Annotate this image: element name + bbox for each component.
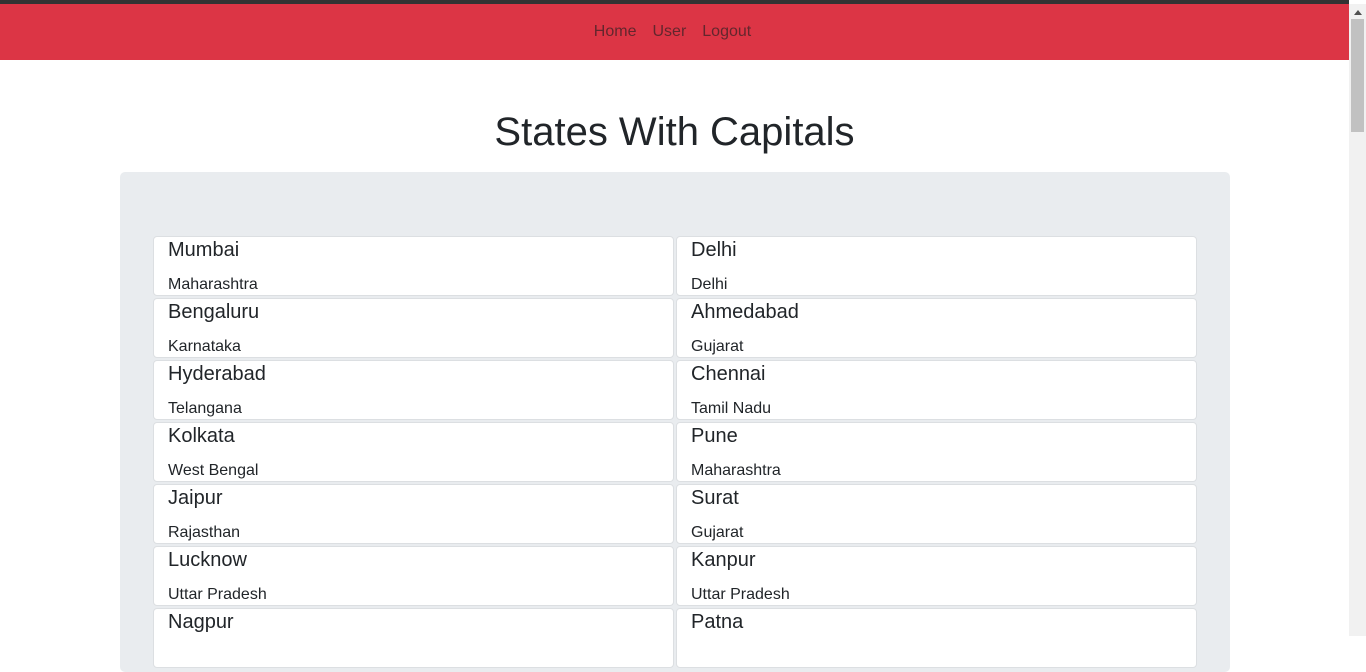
capital-card: Chennai Tamil Nadu: [676, 360, 1197, 420]
city-name: Lucknow: [168, 549, 247, 571]
capital-card: Mumbai Maharashtra: [153, 236, 674, 296]
city-name: Patna: [691, 611, 744, 633]
state-name: Uttar Pradesh: [691, 586, 790, 603]
capital-card: Jaipur Rajasthan: [153, 484, 674, 544]
capital-card: Bengaluru Karnataka: [153, 298, 674, 358]
city-name: Delhi: [691, 239, 737, 261]
city-name: Mumbai: [168, 239, 240, 261]
capital-card: Kanpur Uttar Pradesh: [676, 546, 1197, 606]
page-title: States With Capitals: [494, 110, 855, 154]
city-name: Nagpur: [168, 611, 234, 633]
city-name: Kolkata: [168, 425, 235, 447]
capital-card: Pune Maharashtra: [676, 422, 1197, 482]
state-name: Delhi: [691, 276, 728, 293]
state-name: Uttar Pradesh: [168, 586, 267, 603]
city-name: Chennai: [691, 363, 766, 385]
state-name: Gujarat: [691, 338, 744, 355]
nav-link-user[interactable]: User: [652, 4, 686, 60]
city-name: Surat: [691, 487, 739, 509]
page-scrollbar[interactable]: [1349, 4, 1366, 636]
state-name: Maharashtra: [691, 462, 781, 479]
nav-link-logout[interactable]: Logout: [702, 4, 751, 60]
scrollbar-thumb[interactable]: [1351, 19, 1364, 132]
capital-card: Kolkata West Bengal: [153, 422, 674, 482]
state-name: Maharashtra: [168, 276, 258, 293]
state-name: Rajasthan: [168, 524, 241, 541]
capital-card: Surat Gujarat: [676, 484, 1197, 544]
state-name: Telangana: [168, 400, 242, 417]
city-name: Pune: [691, 425, 738, 447]
state-name: Tamil Nadu: [691, 400, 772, 417]
city-name: Hyderabad: [168, 363, 266, 385]
capital-card: Delhi Delhi: [676, 236, 1197, 296]
nav-link-home[interactable]: Home: [594, 4, 637, 60]
city-name: Kanpur: [691, 549, 756, 571]
capital-card: Hyderabad Telangana: [153, 360, 674, 420]
city-name: Bengaluru: [168, 301, 260, 323]
capital-card: Nagpur: [153, 608, 674, 668]
city-name: Ahmedabad: [691, 301, 799, 323]
city-name: Jaipur: [168, 487, 223, 509]
capitals-panel: Mumbai Maharashtra Delhi Delhi Bengaluru…: [120, 172, 1230, 672]
capital-card: Patna: [676, 608, 1197, 668]
top-navbar: Home User Logout: [0, 4, 1349, 60]
capitals-grid: Mumbai Maharashtra Delhi Delhi Bengaluru…: [152, 236, 1198, 670]
capital-card: Ahmedabad Gujarat: [676, 298, 1197, 358]
capital-card: Lucknow Uttar Pradesh: [153, 546, 674, 606]
state-name: Karnataka: [168, 338, 241, 355]
state-name: West Bengal: [168, 462, 259, 479]
state-name: Gujarat: [691, 524, 744, 541]
